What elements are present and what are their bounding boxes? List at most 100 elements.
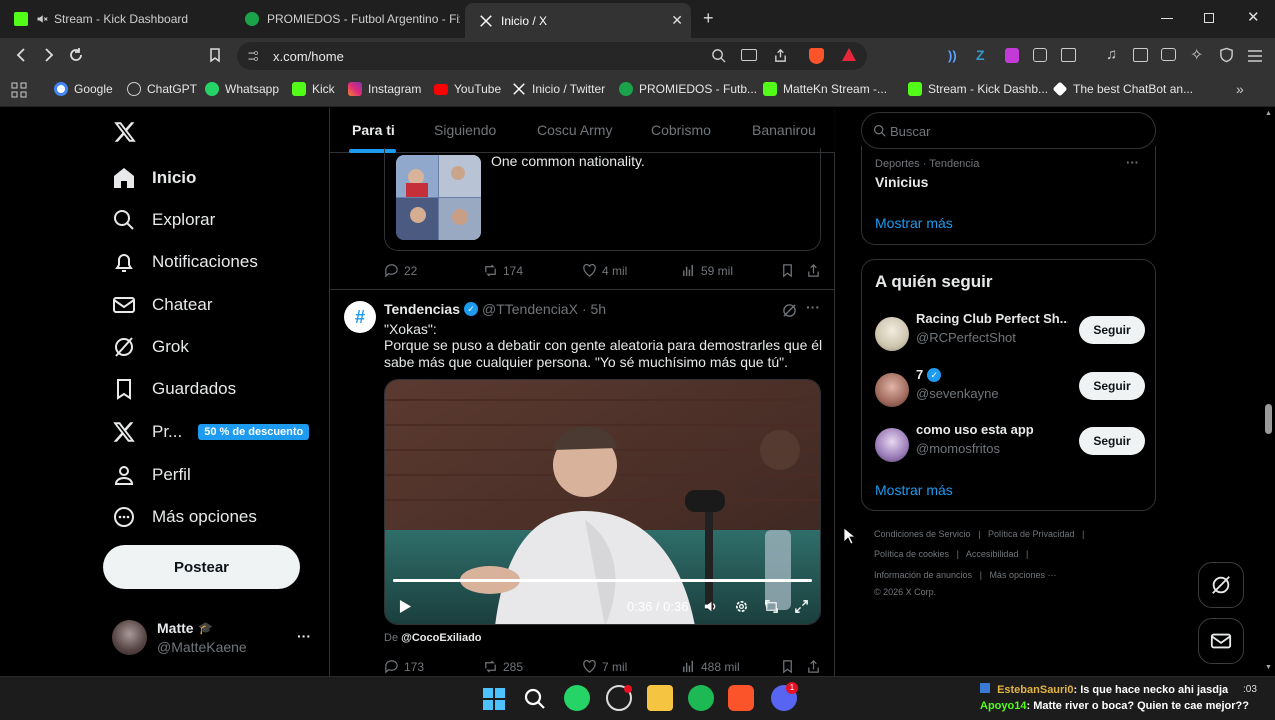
tab-para-ti[interactable]: Para ti <box>352 122 395 138</box>
post-more-icon[interactable]: ··· <box>806 299 820 315</box>
search-input[interactable]: Buscar <box>861 112 1156 149</box>
muted-speaker-icon[interactable] <box>36 13 48 25</box>
share-post-button[interactable] <box>806 659 826 674</box>
picture-in-picture-icon[interactable] <box>764 599 779 614</box>
extension-wave-icon[interactable]: )) <box>948 48 957 63</box>
reply-button[interactable]: 173 <box>384 659 424 674</box>
share-post-button[interactable] <box>806 263 826 278</box>
scroll-up-icon[interactable]: ▲ <box>1265 110 1272 117</box>
terms-link[interactable]: Condiciones de Servicio <box>874 529 971 539</box>
show-more-follow-link[interactable]: Mostrar más <box>875 482 953 498</box>
extension-translate-icon[interactable]: Z <box>976 47 985 63</box>
tab-promiedos[interactable]: PROMIEDOS - Futbol Argentino - Fixt <box>231 4 460 34</box>
sidebar-item-inicio[interactable]: Inicio <box>112 163 196 193</box>
apps-grid-icon[interactable] <box>11 82 27 98</box>
author-name[interactable]: Tendencias <box>384 301 460 317</box>
scrollbar-thumb[interactable] <box>1265 404 1272 434</box>
sidebar-item-mas-opciones[interactable]: Más opciones <box>112 502 257 532</box>
more-options-link[interactable]: Más opciones ··· <box>989 570 1056 580</box>
sidebar-item-grok[interactable]: Grok <box>112 332 189 362</box>
account-switcher[interactable]: Matte 🎓 @MatteKaene ··· <box>112 618 317 658</box>
show-more-trends-link[interactable]: Mostrar más <box>875 215 953 231</box>
bookmark-promiedos[interactable]: PROMIEDOS - Futb... <box>619 82 757 96</box>
forward-icon[interactable] <box>40 47 56 63</box>
follow-button[interactable]: Seguir <box>1079 316 1145 344</box>
sidebar-item-perfil[interactable]: Perfil <box>112 460 191 490</box>
grok-explain-icon[interactable] <box>782 303 797 318</box>
spotify-app-icon[interactable] <box>688 685 714 711</box>
close-window-icon[interactable]: ✕ <box>1247 8 1260 26</box>
whatsapp-app-icon[interactable] <box>564 685 590 711</box>
brave-rewards-icon[interactable] <box>841 47 857 63</box>
extension-box-icon[interactable] <box>1061 48 1076 62</box>
bookmark-kick[interactable]: Kick <box>292 82 335 96</box>
share-icon[interactable] <box>773 48 788 63</box>
play-icon[interactable] <box>399 599 412 614</box>
trend-more-icon[interactable]: ··· <box>1126 155 1139 170</box>
bookmark-mattekn-stream[interactable]: MatteKn Stream -... <box>763 82 887 96</box>
follow-suggestion[interactable]: Racing Club Perfect Sh... @RCPerfectShot… <box>875 311 1145 355</box>
bookmark-chatbot[interactable]: The best ChatBot an... <box>1052 81 1193 97</box>
volume-icon[interactable] <box>703 599 718 614</box>
x-home-logo-icon[interactable] <box>113 120 137 144</box>
author-handle[interactable]: @TTendenciaX <box>482 301 578 317</box>
site-info-icon[interactable] <box>247 50 259 62</box>
bookmark-chatgpt[interactable]: ChatGPT <box>127 82 197 96</box>
windows-start-icon[interactable] <box>483 688 505 710</box>
brave-app-icon[interactable] <box>728 685 754 711</box>
post-1-media-card[interactable]: One common nationality. <box>384 148 821 251</box>
post-button[interactable]: Postear <box>103 545 300 589</box>
cookies-link[interactable]: Política de cookies <box>874 549 949 559</box>
close-tab-icon[interactable]: ✕ <box>671 12 683 29</box>
sidebar-item-explorar[interactable]: Explorar <box>112 205 215 235</box>
address-bar[interactable]: x.com/home <box>237 42 867 70</box>
follow-suggestion[interactable]: 7 ✓ @sevenkayne Seguir <box>875 367 1145 411</box>
follow-button[interactable]: Seguir <box>1079 427 1145 455</box>
bookmark-twitter[interactable]: Inicio / Twitter <box>512 82 605 96</box>
reload-icon[interactable] <box>68 47 84 63</box>
video-player[interactable]: 0:36 / 0:36 <box>384 379 821 625</box>
messages-floating-button[interactable] <box>1198 618 1244 664</box>
bookmark-post-button[interactable] <box>780 263 800 278</box>
bookmark-kick-dashboard[interactable]: Stream - Kick Dashb... <box>908 82 1048 96</box>
like-button[interactable]: 7 mil <box>582 659 627 674</box>
bookmark-instagram[interactable]: Instagram <box>348 82 421 96</box>
grok-floating-button[interactable] <box>1198 562 1244 608</box>
taskbar-search-icon[interactable] <box>524 688 546 710</box>
system-clock[interactable]: :03 <box>1243 684 1257 695</box>
extension-shield-u-icon[interactable] <box>1005 48 1019 63</box>
views-button[interactable]: 488 mil <box>681 659 740 674</box>
tab-cobrismo[interactable]: Cobrismo <box>651 122 711 138</box>
tab-siguiendo[interactable]: Siguiendo <box>434 122 496 138</box>
file-explorer-icon[interactable] <box>647 685 673 711</box>
tab-kick-dashboard[interactable]: Stream - Kick Dashboard <box>0 4 235 34</box>
video-progress-track[interactable] <box>393 579 812 582</box>
post-time[interactable]: · 5h <box>582 301 606 317</box>
new-tab-button[interactable]: + <box>703 8 714 29</box>
settings-gear-icon[interactable] <box>734 599 749 614</box>
post-2-avatar[interactable]: # <box>344 301 376 333</box>
more-bookmarks-icon[interactable]: » <box>1236 81 1244 97</box>
views-button[interactable]: 59 mil <box>681 263 733 278</box>
bookmark-google[interactable]: Google <box>54 82 113 96</box>
bookmark-youtube[interactable]: YouTube <box>434 82 501 96</box>
tab-inicio-x[interactable]: Inicio / X ✕ <box>465 3 691 38</box>
fullscreen-icon[interactable] <box>794 599 809 614</box>
post-1-thumbnail[interactable] <box>396 155 481 240</box>
repost-button[interactable]: 285 <box>483 659 523 674</box>
leo-ai-icon[interactable]: ✧ <box>1190 45 1203 65</box>
sidebar-item-premium[interactable]: Pr... 50 % de descuento <box>112 417 310 447</box>
menu-icon[interactable] <box>1247 49 1263 63</box>
follow-suggestion[interactable]: como uso esta app @momosfritos Seguir <box>875 422 1145 466</box>
account-more-icon[interactable]: ··· <box>297 628 311 644</box>
reply-button[interactable]: 22 <box>384 263 417 278</box>
follow-button[interactable]: Seguir <box>1079 372 1145 400</box>
wallet-icon[interactable] <box>1161 48 1176 61</box>
zoom-icon[interactable] <box>711 48 726 63</box>
bookmark-post-button[interactable] <box>780 659 800 674</box>
repost-button[interactable]: 174 <box>483 263 523 278</box>
privacy-link[interactable]: Política de Privacidad <box>988 529 1075 539</box>
sidebar-item-guardados[interactable]: Guardados <box>112 374 236 404</box>
source-handle[interactable]: @CocoExiliado <box>401 632 481 644</box>
minimize-icon[interactable] <box>1161 18 1173 19</box>
